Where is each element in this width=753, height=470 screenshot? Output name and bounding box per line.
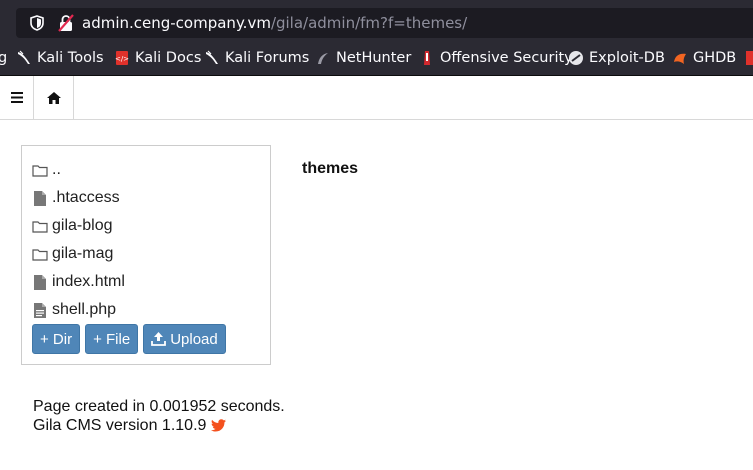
bookmark-partial[interactable]: g [0,50,7,66]
bookmark-nethunter[interactable]: NetHunter [315,50,411,66]
folder-icon [32,221,48,233]
add-dir-button[interactable]: + Dir [32,324,81,354]
page-created-text: Page created in 0.001952 seconds. [33,398,285,415]
current-folder-title: themes [302,160,359,177]
bookmarks-bar: g Kali Tools </> Kali Docs Kali Forums N… [0,44,753,76]
url-text[interactable]: admin.ceng-company.vm/gila/admin/fm?f=th… [82,14,467,32]
kali-dragon-icon [206,50,218,64]
svg-text:</>: </> [115,55,129,63]
bookmark-offensive-security[interactable]: Offensive Security [419,50,573,66]
exploitdb-icon [569,51,583,65]
fm-item-gila-blog[interactable]: gila-blog [32,217,112,235]
ghdb-icon [674,53,686,64]
kali-docs-icon: </> [115,51,129,65]
fm-item-gila-mag[interactable]: gila-mag [32,245,113,263]
offsec-icon [424,51,430,65]
upload-button[interactable]: Upload [143,324,226,354]
fm-item-htaccess[interactable]: .htaccess [32,189,120,207]
bookmark-exploit-db[interactable]: Exploit-DB [568,50,665,66]
menu-toggle-button[interactable] [0,76,34,119]
kali-dragon-icon [18,50,30,64]
fm-item-index-html[interactable]: index.html [32,273,125,291]
bookmark-kali-tools[interactable]: Kali Tools [16,50,104,66]
fm-item-shell-php[interactable]: shell.php [32,301,116,319]
add-file-button[interactable]: + File [85,324,139,354]
url-host: admin.ceng-company.vm [82,14,271,32]
page-footer: Page created in 0.001952 seconds. Gila C… [33,397,285,435]
fm-item-parent[interactable]: .. [32,161,61,179]
url-path: /gila/admin/fm?f=themes/ [270,14,468,32]
fm-action-buttons: + Dir + File Upload [32,324,226,354]
bookmark-icon [746,51,753,65]
admin-top-nav [0,76,753,120]
file-text-icon [34,303,46,318]
file-icon [34,275,46,290]
upload-icon [151,332,167,346]
nethunter-icon [318,53,328,64]
bookmark-kali-forums[interactable]: Kali Forums [204,50,309,66]
home-button[interactable] [34,76,74,119]
home-icon [46,91,61,104]
insecure-lock-icon[interactable] [57,14,75,32]
bookmark-kali-docs[interactable]: </> Kali Docs [114,50,201,66]
bookmark-ghdb[interactable]: GHDB [672,50,736,66]
file-icon [34,191,46,206]
folder-icon [32,249,48,261]
twitter-icon[interactable] [211,419,227,432]
file-manager-panel: .. .htaccess gila-blog gila-mag index.ht… [21,145,271,365]
tracking-shield-icon[interactable] [30,15,44,31]
folder-icon [32,165,48,177]
browser-toolbar: admin.ceng-company.vm/gila/admin/fm?f=th… [0,0,753,44]
cms-version-text: Gila CMS version 1.10.9 [33,417,207,434]
bookmark-overflow[interactable] [744,50,753,66]
hamburger-icon [10,92,23,103]
